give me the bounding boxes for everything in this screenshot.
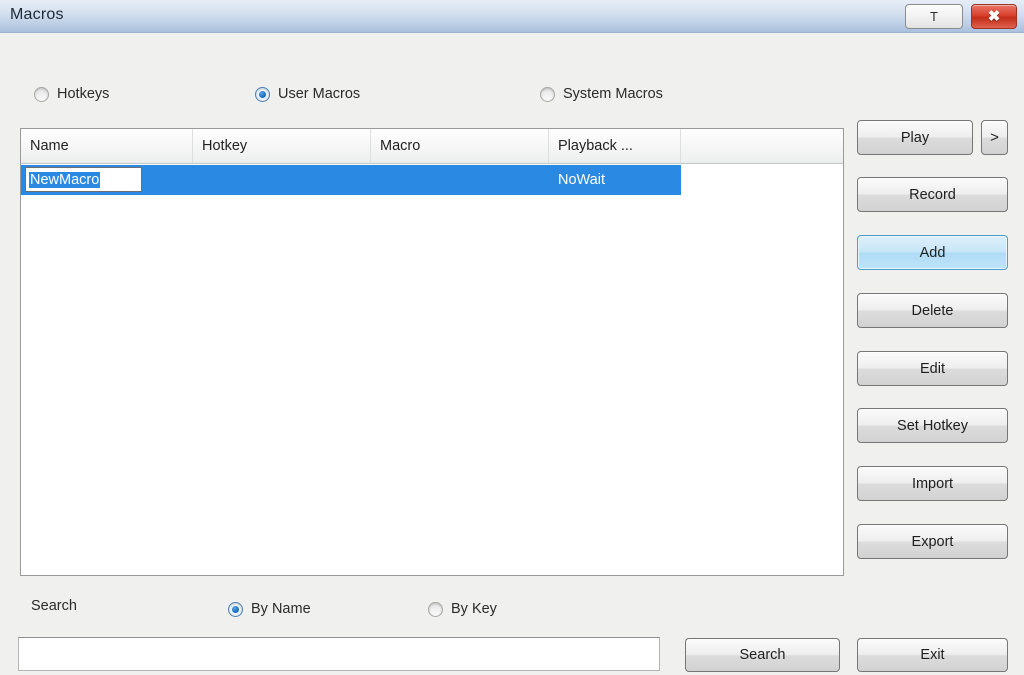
radio-search-by-name-indicator [228,601,243,617]
column-header-hotkey[interactable]: Hotkey [193,129,371,163]
add-button-label: Add [919,244,946,261]
radio-search-by-key-label: By Key [451,601,497,617]
radio-search-by-name[interactable]: By Name [228,597,311,621]
macro-name-input[interactable]: NewMacro [25,167,142,192]
search-input[interactable] [18,637,660,671]
macro-list-header: Name Hotkey Macro Playback ... [21,129,843,164]
search-button[interactable]: Search [685,638,840,672]
radio-search-by-key[interactable]: By Key [428,597,497,621]
record-button[interactable]: Record [857,177,1008,212]
radio-hotkeys-indicator [34,86,49,102]
export-button[interactable]: Export [857,524,1008,559]
set-hotkey-button[interactable]: Set Hotkey [857,408,1008,443]
export-button-label: Export [911,533,954,550]
delete-button[interactable]: Delete [857,293,1008,328]
cell-playback: NoWait [558,172,605,188]
play-button-label: Play [900,129,930,146]
radio-search-by-name-label: By Name [251,601,311,617]
search-button-label: Search [739,647,786,663]
macro-name-input-value: NewMacro [29,171,101,188]
import-button-label: Import [911,475,954,492]
radio-hotkeys-label: Hotkeys [57,86,110,102]
column-header-spacer [681,129,845,163]
delete-button-label: Delete [911,302,954,319]
search-label: Search [31,598,77,614]
text-mode-button[interactable]: T [905,4,963,29]
exit-button-label: Exit [920,647,945,663]
play-options-button[interactable]: > [981,120,1008,155]
import-button[interactable]: Import [857,466,1008,501]
radio-search-by-key-indicator [428,601,443,617]
radio-user-macros[interactable]: User Macros [255,82,360,106]
radio-user-macros-label: User Macros [278,86,361,102]
radio-user-macros-indicator [255,86,270,102]
window-title: Macros [10,6,64,23]
record-button-label: Record [909,186,956,203]
radio-system-macros-label: System Macros [563,86,663,102]
edit-button[interactable]: Edit [857,351,1008,386]
column-header-playback[interactable]: Playback ... [549,129,681,163]
set-hotkey-button-label: Set Hotkey [897,417,968,434]
title-bar: Macros T ✖ [0,0,1024,33]
macro-list-panel: Name Hotkey Macro Playback ... NewMacro … [20,128,844,576]
play-button[interactable]: Play [857,120,973,155]
chevron-right-icon: > [990,129,999,146]
macro-mode-radio-group: Hotkeys User Macros System Macros [0,82,1024,108]
close-icon: ✖ [987,8,1001,25]
close-button[interactable]: ✖ [971,4,1017,29]
add-button[interactable]: Add [857,235,1008,270]
column-header-macro[interactable]: Macro [371,129,549,163]
edit-button-label: Edit [920,360,945,377]
radio-hotkeys[interactable]: Hotkeys [34,82,109,106]
table-row[interactable]: NewMacro NoWait [21,165,681,195]
radio-system-macros[interactable]: System Macros [540,82,663,106]
radio-system-macros-indicator [540,86,555,102]
column-header-name[interactable]: Name [21,129,193,163]
exit-button[interactable]: Exit [857,638,1008,672]
text-mode-label: T [930,9,938,24]
